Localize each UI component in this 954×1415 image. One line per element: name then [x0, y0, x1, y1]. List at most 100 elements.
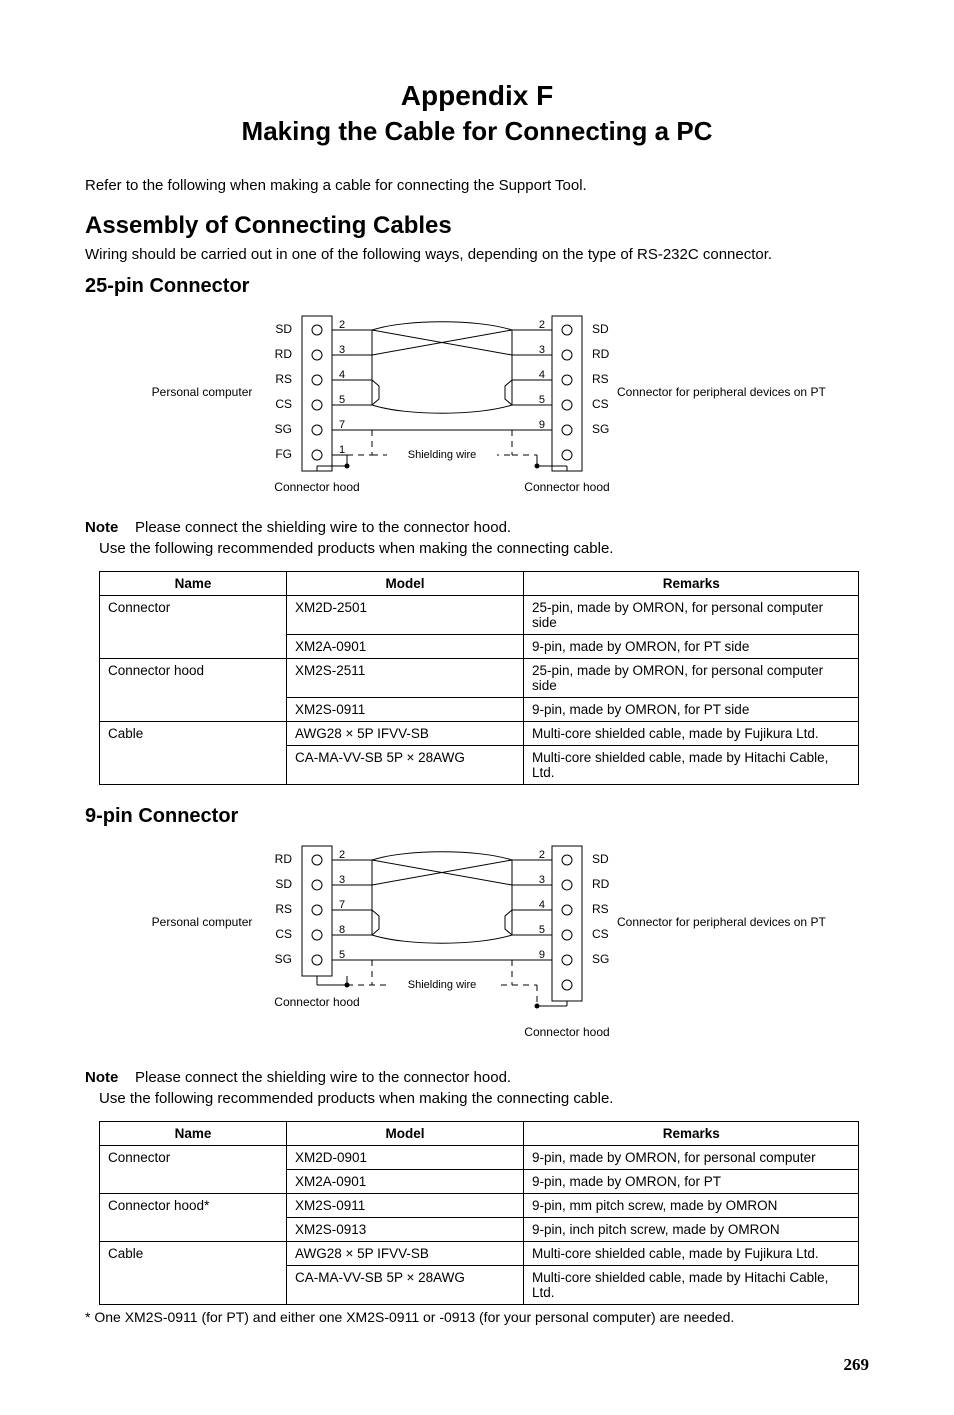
- pin-number: 2: [539, 319, 545, 331]
- pin-number: 2: [339, 319, 345, 331]
- cell-name: Cable: [100, 722, 287, 746]
- section-9pin-heading: 9-pin Connector: [85, 805, 869, 828]
- cell-remarks: Multi-core shielded cable, made by Fujik…: [524, 722, 859, 746]
- hood-label: Connector hood: [274, 995, 359, 1009]
- pin-circle: [312, 930, 322, 940]
- pin-label: SD: [592, 852, 609, 866]
- pin-number: 5: [339, 394, 345, 406]
- pin-number: 9: [539, 949, 545, 961]
- cell-remarks: 9-pin, made by OMRON, for PT side: [524, 698, 859, 722]
- pin-number: 2: [539, 849, 545, 861]
- pin-label: SG: [275, 422, 292, 436]
- pin-circle: [312, 955, 322, 965]
- table-row: ConnectorXM2D-250125-pin, made by OMRON,…: [100, 596, 859, 635]
- left-device-label: Personal computer: [152, 915, 253, 929]
- cell-name: [100, 1266, 287, 1305]
- pin-label: SG: [275, 952, 292, 966]
- pin-label: SD: [275, 877, 292, 891]
- pin-circle: [562, 955, 572, 965]
- pin-label: RS: [592, 902, 609, 916]
- cell-name: [100, 1218, 287, 1242]
- subnote-25pin: Use the following recommended products w…: [99, 540, 869, 557]
- assembly-heading: Assembly of Connecting Cables: [85, 212, 869, 240]
- th-remarks: Remarks: [524, 572, 859, 596]
- pin-number: 3: [539, 874, 545, 886]
- right-device-label: Connector for peripheral devices on PT: [617, 385, 826, 399]
- diagram-9pin: RD SD RS CS SG Personal computer 2 3 7 8…: [85, 836, 869, 1059]
- note-25pin: Note Please connect the shielding wire t…: [85, 519, 869, 536]
- cell-remarks: 9-pin, mm pitch screw, made by OMRON: [524, 1194, 859, 1218]
- pin-circle: [562, 350, 572, 360]
- pin-circle: [562, 375, 572, 385]
- pin-number: 5: [539, 394, 545, 406]
- cell-model: XM2D-0901: [287, 1146, 524, 1170]
- pin-label: SG: [592, 422, 609, 436]
- cell-name: Connector: [100, 596, 287, 635]
- connector-box: [552, 316, 582, 471]
- pin-number: 5: [539, 924, 545, 936]
- assembly-body: Wiring should be carried out in one of t…: [85, 246, 869, 263]
- pin-circle: [312, 880, 322, 890]
- cell-model: XM2S-0911: [287, 698, 524, 722]
- pin-label: CS: [275, 927, 292, 941]
- cell-remarks: 9-pin, made by OMRON, for PT side: [524, 635, 859, 659]
- pin-label: RS: [592, 372, 609, 386]
- table-row: CA-MA-VV-SB 5P × 28AWGMulti-core shielde…: [100, 1266, 859, 1305]
- table-row: XM2A-09019-pin, made by OMRON, for PT si…: [100, 635, 859, 659]
- cell-remarks: Multi-core shielded cable, made by Hitac…: [524, 746, 859, 785]
- diagram-25pin: SD RD RS CS SG FG Personal computer 2 3 …: [85, 306, 869, 509]
- pin-number: 1: [339, 444, 345, 456]
- cell-name: [100, 635, 287, 659]
- connector-box: [552, 846, 582, 1001]
- pin-label: CS: [275, 397, 292, 411]
- pin-circle: [562, 325, 572, 335]
- table-9pin: Name Model Remarks ConnectorXM2D-09019-p…: [99, 1121, 859, 1305]
- pin-label: RD: [275, 347, 293, 361]
- pin-label: SD: [275, 322, 292, 336]
- pin-label: SG: [592, 952, 609, 966]
- pin-label: SD: [592, 322, 609, 336]
- table-row: CableAWG28 × 5P IFVV-SBMulti-core shield…: [100, 1242, 859, 1266]
- note-label: Note: [85, 519, 135, 536]
- table-row: XM2S-09119-pin, made by OMRON, for PT si…: [100, 698, 859, 722]
- th-remarks: Remarks: [524, 1122, 859, 1146]
- th-model: Model: [287, 572, 524, 596]
- pin-circle: [312, 375, 322, 385]
- pin-number: 9: [539, 419, 545, 431]
- intro-text: Refer to the following when making a cab…: [85, 177, 869, 194]
- cell-remarks: Multi-core shielded cable, made by Fujik…: [524, 1242, 859, 1266]
- table-footnote: * One XM2S-0911 (for PT) and either one …: [85, 1309, 869, 1325]
- cell-remarks: Multi-core shielded cable, made by Hitac…: [524, 1266, 859, 1305]
- pin-circle: [562, 450, 572, 460]
- cell-name: [100, 1170, 287, 1194]
- pin-circle: [562, 880, 572, 890]
- table-25pin: Name Model Remarks ConnectorXM2D-250125-…: [99, 571, 859, 785]
- subnote-9pin: Use the following recommended products w…: [99, 1090, 869, 1107]
- pin-circle: [562, 980, 572, 990]
- pin-number: 7: [339, 419, 345, 431]
- pin-number: 4: [339, 369, 345, 381]
- table-row: CA-MA-VV-SB 5P × 28AWGMulti-core shielde…: [100, 746, 859, 785]
- table-row: ConnectorXM2D-09019-pin, made by OMRON, …: [100, 1146, 859, 1170]
- pin-circle: [312, 350, 322, 360]
- cell-name: Connector hood: [100, 659, 287, 698]
- pin-circle: [312, 450, 322, 460]
- pin-number: 8: [339, 924, 345, 936]
- cell-model: XM2S-0913: [287, 1218, 524, 1242]
- hood-label: Connector hood: [524, 1025, 609, 1039]
- table-row: XM2A-09019-pin, made by OMRON, for PT: [100, 1170, 859, 1194]
- pin-label: RS: [275, 902, 292, 916]
- cell-model: XM2S-0911: [287, 1194, 524, 1218]
- pin-number: 3: [339, 344, 345, 356]
- note-text: Please connect the shielding wire to the…: [135, 519, 869, 536]
- cell-name: [100, 698, 287, 722]
- hood-label: Connector hood: [274, 480, 359, 494]
- table-row: Connector hood*XM2S-09119-pin, mm pitch …: [100, 1194, 859, 1218]
- cell-remarks: 25-pin, made by OMRON, for personal comp…: [524, 659, 859, 698]
- cell-model: AWG28 × 5P IFVV-SB: [287, 722, 524, 746]
- pin-number: 2: [339, 849, 345, 861]
- section-25pin-heading: 25-pin Connector: [85, 275, 869, 298]
- pin-number: 5: [339, 949, 345, 961]
- cell-model: CA-MA-VV-SB 5P × 28AWG: [287, 1266, 524, 1305]
- page-number: 269: [85, 1355, 869, 1375]
